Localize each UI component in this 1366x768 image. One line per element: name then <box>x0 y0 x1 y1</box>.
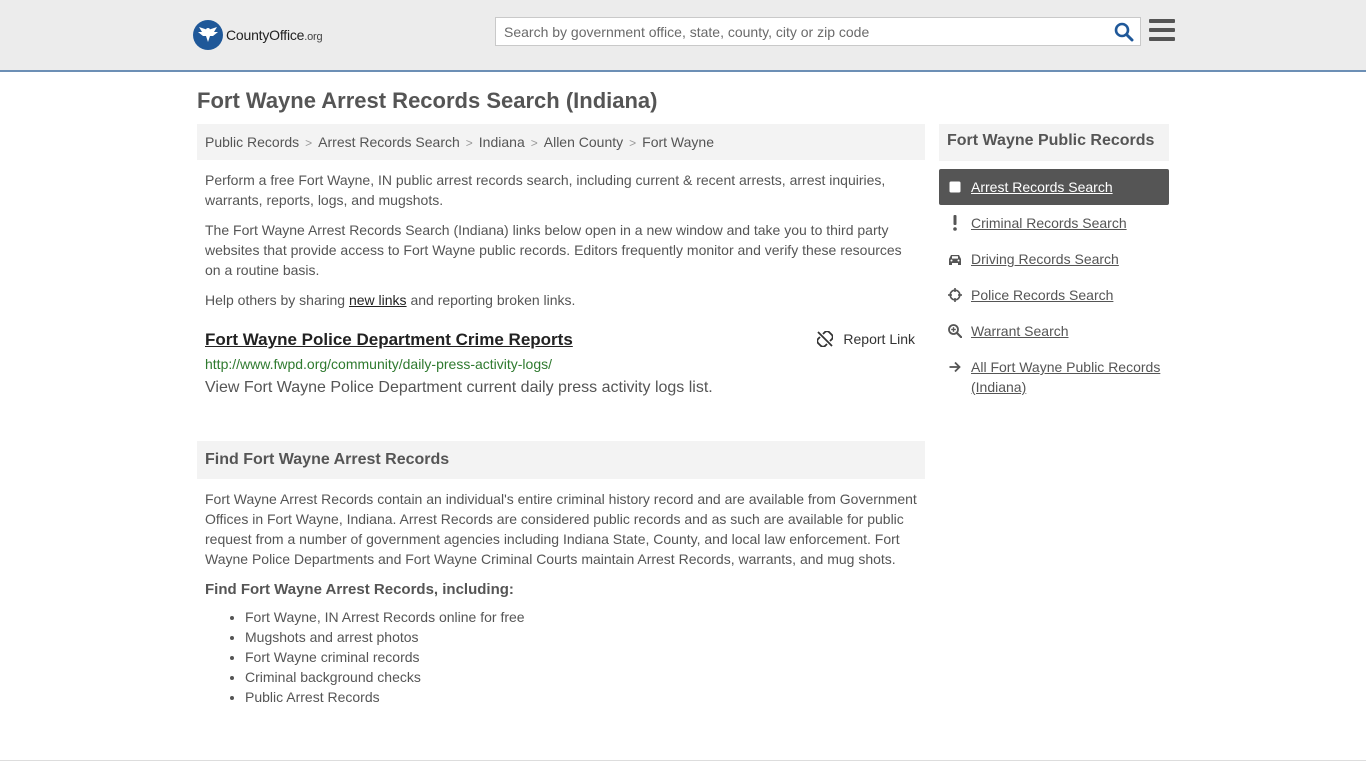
sidebar-item-label[interactable]: Police Records Search <box>971 285 1113 305</box>
sidebar-item-arrest-records[interactable]: Arrest Records Search <box>939 169 1169 205</box>
sidebar-item-warrant-search[interactable]: Warrant Search <box>939 313 1169 349</box>
sidebar-item-label[interactable]: Criminal Records Search <box>971 213 1127 233</box>
breadcrumb-separator: > <box>530 136 538 150</box>
share-paragraph: Help others by sharing new links and rep… <box>205 292 576 308</box>
sidebar-item-label[interactable]: Driving Records Search <box>971 249 1119 269</box>
result-description: View Fort Wayne Police Department curren… <box>205 379 713 396</box>
breadcrumb-arrest-records-search[interactable]: Arrest Records Search <box>318 134 460 150</box>
broken-link-icon <box>817 331 834 347</box>
find-section-body: Fort Wayne Arrest Records contain an ind… <box>205 491 917 567</box>
sidebar-item-label[interactable]: Warrant Search <box>971 321 1069 341</box>
breadcrumb: Public Records > Arrest Records Search > Ind… <box>197 124 925 160</box>
search-button[interactable] <box>1114 22 1134 42</box>
search-icon <box>1114 22 1134 42</box>
sidebar: Fort Wayne Public Records Arrest Records… <box>939 124 1169 405</box>
sidebar-item-label[interactable]: Arrest Records Search <box>971 177 1113 197</box>
search-input[interactable] <box>496 18 1096 45</box>
arrow-right-icon <box>947 357 963 377</box>
exclamation-icon <box>947 213 963 233</box>
sidebar-item-label[interactable]: All Fort Wayne Public Records (Indiana) <box>971 357 1161 397</box>
breadcrumb-indiana[interactable]: Indiana <box>479 134 525 150</box>
find-list: Fort Wayne, IN Arrest Records online for… <box>197 607 925 707</box>
page-title: Fort Wayne Arrest Records Search (Indian… <box>197 88 658 113</box>
menu-bar-icon <box>1149 19 1175 23</box>
list-item: Criminal background checks <box>245 667 925 687</box>
eagle-logo-icon <box>193 20 223 50</box>
crosshairs-icon <box>947 285 963 305</box>
report-link-button[interactable]: Report Link <box>817 331 915 347</box>
intro-paragraph: Perform a free Fort Wayne, IN public arr… <box>205 172 886 208</box>
breadcrumb-fort-wayne[interactable]: Fort Wayne <box>642 134 714 150</box>
disclaimer-paragraph: The Fort Wayne Arrest Records Search (In… <box>205 222 902 278</box>
sidebar-item-police-records[interactable]: Police Records Search <box>939 277 1169 313</box>
result-title-link[interactable]: Fort Wayne Police Department Crime Repor… <box>205 328 573 352</box>
car-icon <box>947 249 963 269</box>
list-item: Fort Wayne, IN Arrest Records online for… <box>245 607 925 627</box>
footer-divider <box>0 760 1366 761</box>
breadcrumb-allen-county[interactable]: Allen County <box>544 134 623 150</box>
site-header: CountyOffice.org <box>0 0 1366 72</box>
logo[interactable]: CountyOffice.org <box>193 20 323 50</box>
menu-bar-icon <box>1149 37 1175 41</box>
new-links-link[interactable]: new links <box>349 292 407 308</box>
search-plus-icon <box>947 321 963 341</box>
breadcrumb-separator: > <box>629 136 637 150</box>
result-item: Fort Wayne Police Department Crime Repor… <box>197 328 925 399</box>
list-item: Public Arrest Records <box>245 687 925 707</box>
square-icon <box>947 177 963 197</box>
list-item: Mugshots and arrest photos <box>245 627 925 647</box>
find-section-heading: Find Fort Wayne Arrest Records <box>197 441 925 479</box>
menu-bar-icon <box>1149 28 1175 32</box>
breadcrumb-public-records[interactable]: Public Records <box>205 134 299 150</box>
breadcrumb-separator: > <box>465 136 473 150</box>
breadcrumb-separator: > <box>305 136 313 150</box>
hamburger-menu-button[interactable] <box>1149 19 1175 43</box>
search-bar <box>495 17 1141 46</box>
logo-text: CountyOffice.org <box>226 27 323 43</box>
result-url: http://www.fwpd.org/community/daily-pres… <box>205 356 552 372</box>
sidebar-heading: Fort Wayne Public Records <box>939 124 1169 161</box>
main-content: Perform a free Fort Wayne, IN public arr… <box>197 170 925 707</box>
sidebar-item-all-public-records[interactable]: All Fort Wayne Public Records (Indiana) <box>939 349 1169 405</box>
find-section-subheading: Find Fort Wayne Arrest Records, includin… <box>205 581 514 598</box>
sidebar-item-criminal-records[interactable]: Criminal Records Search <box>939 205 1169 241</box>
list-item: Fort Wayne criminal records <box>245 647 925 667</box>
sidebar-item-driving-records[interactable]: Driving Records Search <box>939 241 1169 277</box>
